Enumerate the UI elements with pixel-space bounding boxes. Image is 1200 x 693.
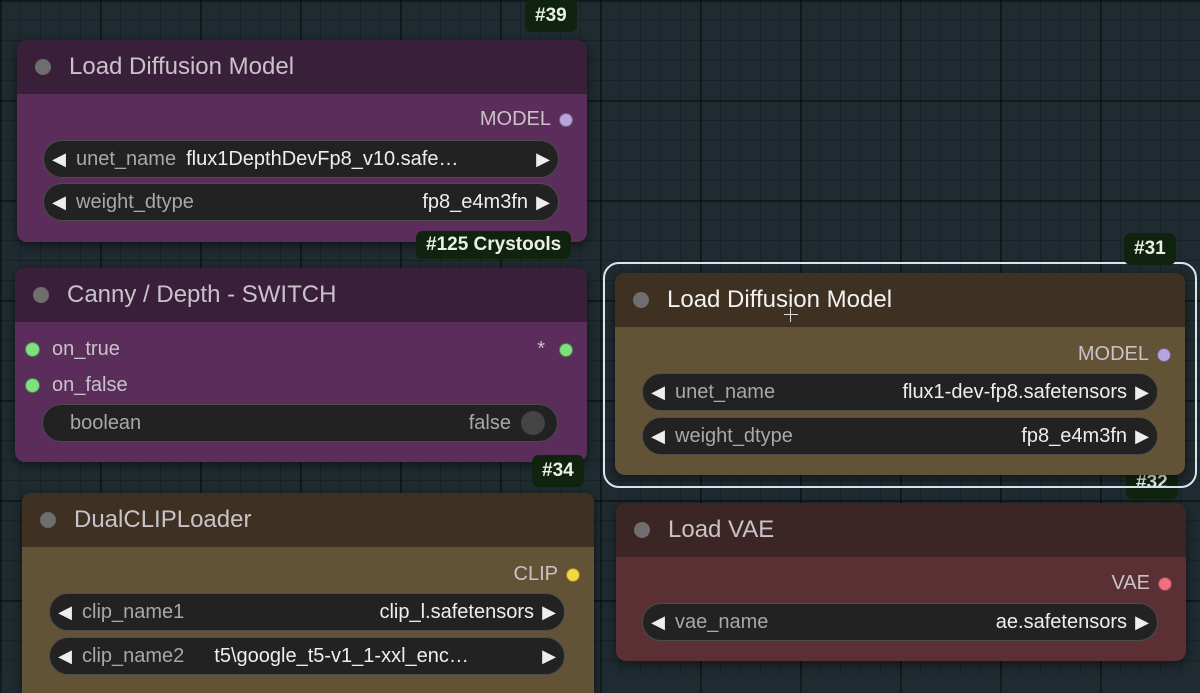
on-false-input: on_false [25, 374, 128, 397]
widget-value: t5\google_t5-v1_1-xxl_enc… [214, 644, 469, 667]
input-label: on_true [52, 338, 120, 360]
on-true-input-port[interactable] [25, 342, 40, 357]
widget-label: clip_name2 [82, 644, 185, 667]
node-id-badge: #39 [525, 0, 577, 32]
load-diffusion-model-node[interactable]: Load Diffusion Model MODEL ◀ unet_name f… [17, 40, 587, 242]
left-arrow-icon[interactable]: ◀ [44, 149, 74, 170]
widget-value: clip_l.safetensors [379, 600, 534, 623]
widget-label: vae_name [675, 610, 769, 633]
output-label: VAE [1111, 572, 1150, 594]
widget-label: unet_name [76, 147, 177, 170]
any-output-port[interactable] [559, 342, 573, 357]
clip-name2-combo[interactable]: ◀ clip_name2 t5\google_t5-v1_1-xxl_enc… … [49, 637, 565, 675]
node-title: Load VAE [668, 516, 775, 543]
left-arrow-icon[interactable]: ◀ [50, 602, 80, 623]
widget-value: fp8_e4m3fn [1021, 424, 1127, 447]
collapse-dot-icon[interactable] [33, 287, 49, 303]
output-label: CLIP [513, 563, 558, 585]
node-header[interactable]: Load VAE [616, 503, 1186, 557]
right-arrow-icon[interactable]: ▶ [534, 602, 564, 623]
right-arrow-icon[interactable]: ▶ [534, 646, 564, 667]
right-arrow-icon[interactable]: ▶ [528, 149, 558, 170]
toggle-knob-icon[interactable] [521, 411, 545, 435]
node-header[interactable]: DualCLIPLoader [22, 493, 594, 547]
widget-label: unet_name [675, 380, 776, 403]
on-false-input-port[interactable] [25, 378, 40, 393]
widget-value: flux1DepthDevFp8_v10.safe… [186, 147, 459, 170]
vae-output: VAE [1111, 572, 1172, 595]
right-arrow-icon[interactable]: ▶ [1127, 426, 1157, 447]
left-arrow-icon[interactable]: ◀ [50, 646, 80, 667]
node-header[interactable]: Load Diffusion Model [615, 273, 1185, 327]
crystools-badge: #125 Crystools [416, 231, 572, 259]
widget-value: false [468, 411, 511, 434]
unet-name-combo[interactable]: ◀ unet_name flux1DepthDevFp8_v10.safe… ▶ [43, 140, 559, 178]
load-diffusion-model-node[interactable]: Load Diffusion Model MODEL ◀ unet_name f… [615, 273, 1185, 475]
left-arrow-icon[interactable]: ◀ [643, 426, 673, 447]
model-output-port[interactable] [1157, 347, 1171, 362]
right-arrow-icon[interactable]: ▶ [528, 192, 558, 213]
clip-name1-combo[interactable]: ◀ clip_name1 clip_l.safetensors ▶ [49, 593, 565, 631]
on-true-input: on_true [25, 338, 120, 361]
widget-value: fp8_e4m3fn [422, 190, 528, 213]
output-label: MODEL [479, 108, 551, 130]
any-output: * [537, 338, 573, 361]
left-arrow-icon[interactable]: ◀ [643, 612, 673, 633]
widget-label: clip_name1 [82, 600, 185, 623]
clip-output: CLIP [514, 563, 580, 586]
collapse-dot-icon[interactable] [634, 522, 650, 538]
node-header[interactable]: Canny / Depth - SWITCH [15, 268, 587, 322]
weight-dtype-combo[interactable]: ◀ weight_dtype fp8_e4m3fn ▶ [43, 183, 559, 221]
model-output-port[interactable] [559, 112, 573, 127]
node-title: DualCLIPLoader [74, 506, 252, 533]
unet-name-combo[interactable]: ◀ unet_name flux1-dev-fp8.safetensors ▶ [642, 373, 1158, 411]
widget-label: boolean [70, 411, 142, 434]
boolean-toggle[interactable]: boolean false [42, 404, 558, 442]
right-arrow-icon[interactable]: ▶ [1127, 382, 1157, 403]
dual-clip-loader-node[interactable]: DualCLIPLoader CLIP ◀ clip_name1 clip_l.… [22, 493, 594, 693]
left-arrow-icon[interactable]: ◀ [643, 382, 673, 403]
widget-label: weight_dtype [675, 424, 793, 447]
output-label: * [537, 338, 545, 360]
node-id-badge: #31 [1124, 233, 1176, 265]
node-title: Load Diffusion Model [69, 53, 295, 80]
node-id-badge: #34 [532, 455, 584, 487]
clip-output-port[interactable] [566, 567, 580, 582]
right-arrow-icon[interactable]: ▶ [1127, 612, 1157, 633]
switch-node[interactable]: Canny / Depth - SWITCH on_true on_false … [15, 268, 587, 462]
widget-label: weight_dtype [76, 190, 194, 213]
vae-output-port[interactable] [1158, 576, 1172, 591]
vae-name-combo[interactable]: ◀ vae_name ae.safetensors ▶ [642, 603, 1158, 641]
node-title: Load Diffusion Model [667, 286, 893, 313]
node-header[interactable]: Load Diffusion Model [17, 40, 587, 94]
load-vae-node[interactable]: Load VAE VAE ◀ vae_name ae.safetensors ▶ [616, 503, 1186, 661]
output-label: MODEL [1077, 343, 1149, 365]
model-output: MODEL [480, 108, 573, 131]
left-arrow-icon[interactable]: ◀ [44, 192, 74, 213]
model-output: MODEL [1078, 343, 1171, 366]
node-title: Canny / Depth - SWITCH [67, 281, 337, 308]
input-label: on_false [52, 374, 128, 396]
widget-value: flux1-dev-fp8.safetensors [902, 380, 1127, 403]
widget-value: ae.safetensors [995, 610, 1127, 633]
collapse-dot-icon[interactable] [633, 292, 649, 308]
weight-dtype-combo[interactable]: ◀ weight_dtype fp8_e4m3fn ▶ [642, 417, 1158, 455]
collapse-dot-icon[interactable] [40, 512, 56, 528]
collapse-dot-icon[interactable] [35, 59, 51, 75]
